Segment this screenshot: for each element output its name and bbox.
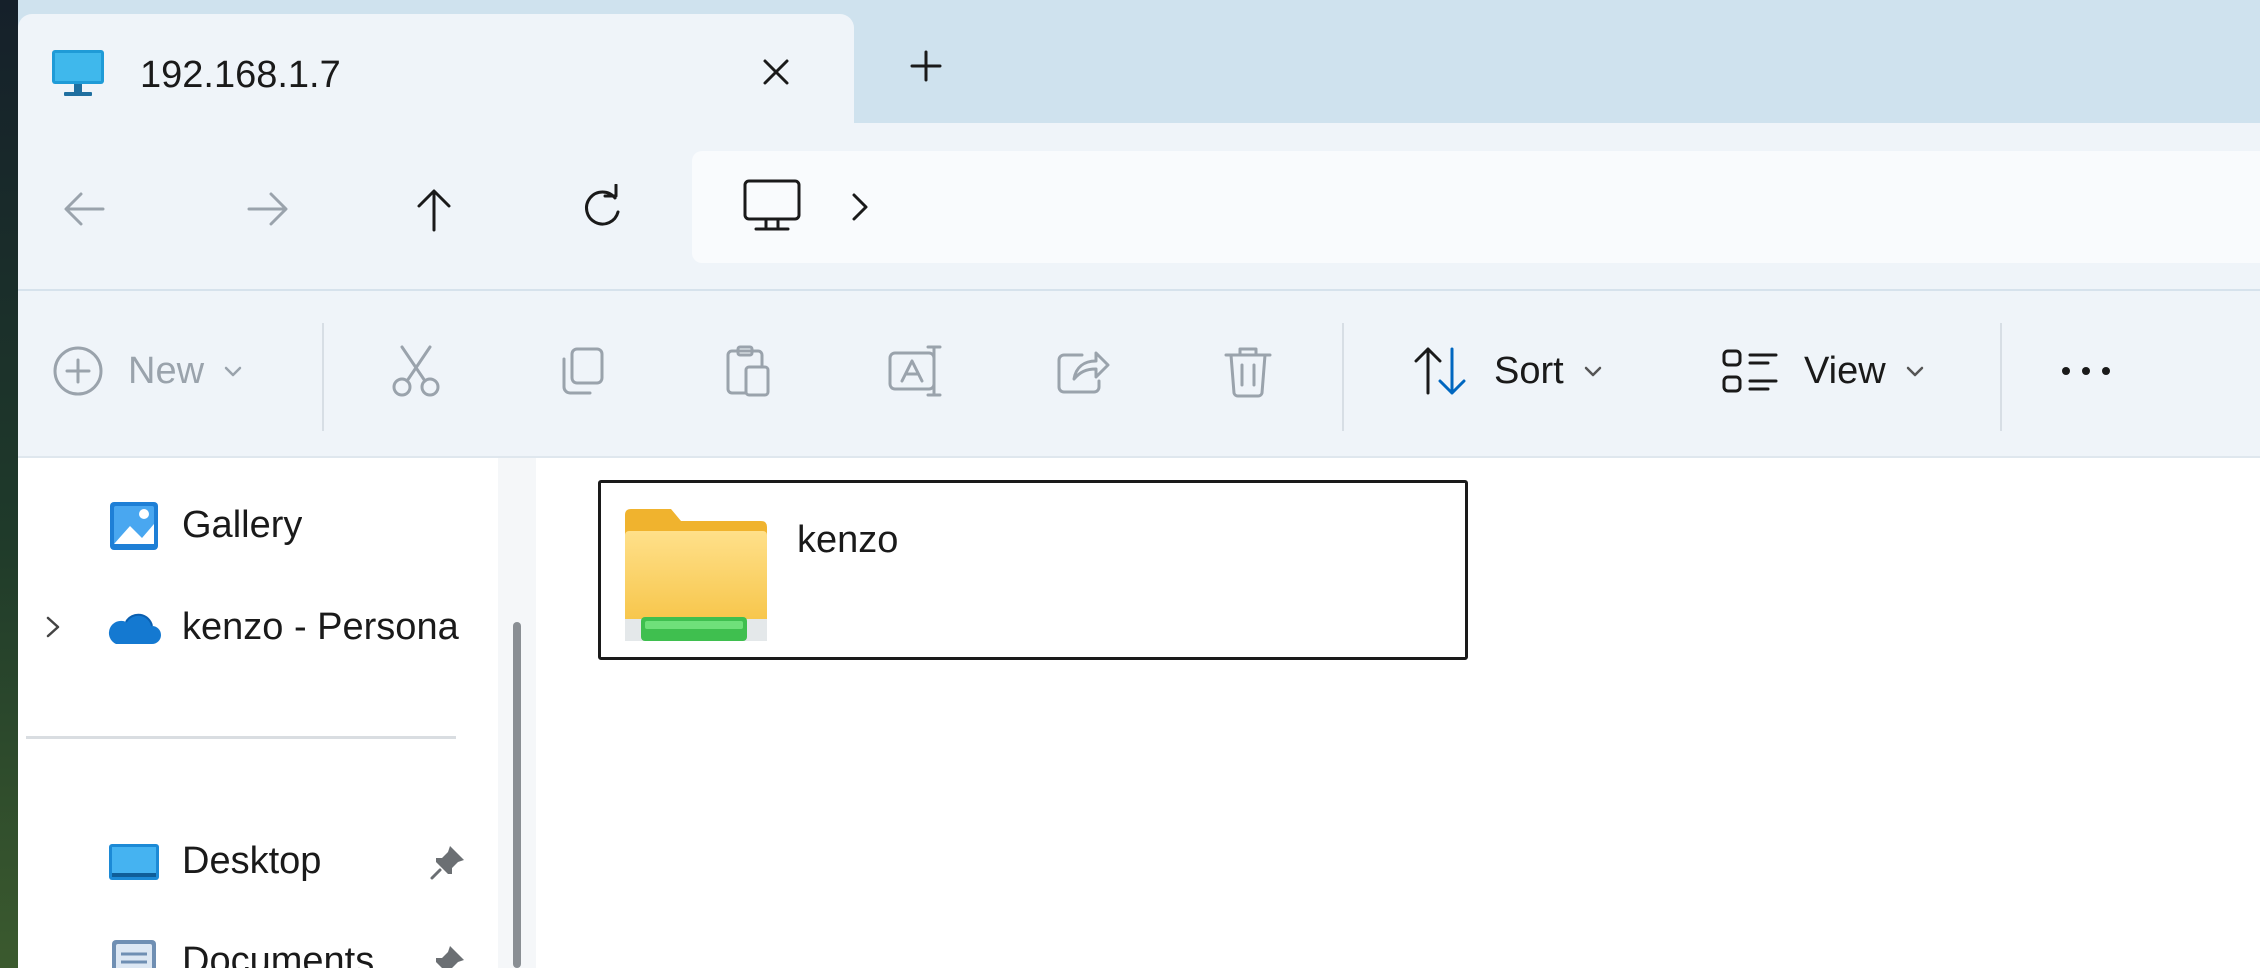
file-list-pane: kenzo [538,458,2260,968]
sidebar-divider [26,736,456,739]
navigation-pane: Gallery kenzo - Persona Desktop Document… [18,458,538,968]
arrow-up-icon [417,189,451,232]
plus-icon [910,50,942,82]
sidebar-item-label: Desktop [182,840,322,882]
share-icon [1057,351,1110,394]
folder-item[interactable]: kenzo [598,480,1468,660]
sidebar-item-gallery[interactable]: Gallery [18,478,518,568]
paste-button[interactable] [718,331,778,411]
scrollbar-thumb[interactable] [513,622,521,968]
sidebar-item-onedrive[interactable]: kenzo - Persona [18,580,518,670]
tab-title: 192.168.1.7 [140,54,341,96]
view-icon [1722,349,1778,393]
network-share-folder-icon [625,509,767,641]
rename-button[interactable] [884,331,948,411]
sort-button[interactable]: Sort [1408,331,1604,411]
cut-icon [392,345,440,397]
new-button-label: New [128,349,205,392]
onedrive-cloud-icon [108,613,161,644]
up-button[interactable] [398,173,470,245]
sidebar-item-desktop[interactable]: Desktop [18,814,518,904]
toolbar-separator [322,323,324,431]
sidebar-item-label: Documents [182,940,375,968]
delete-icon [1224,347,1272,398]
address-bar[interactable] [692,151,2260,263]
gallery-icon [110,502,158,550]
add-circle-icon [53,346,103,396]
view-button[interactable]: View [1718,331,1926,411]
pc-icon [743,179,801,231]
more-options-button[interactable] [2054,331,2118,411]
arrow-left-icon [64,192,105,226]
chevron-down-icon [224,366,242,377]
sidebar-item-documents[interactable]: Documents [18,914,518,968]
back-button[interactable] [48,173,120,245]
folder-name: kenzo [797,519,899,561]
desktop-folder-icon [109,844,159,880]
close-icon [763,59,789,85]
sidebar-scrollbar[interactable] [498,458,536,968]
rename-icon [888,345,942,397]
copy-icon [562,347,604,395]
copy-button[interactable] [552,331,612,411]
new-tab-button[interactable] [898,38,954,94]
view-button-label: View [1804,349,1886,392]
file-explorer-window: 192.168.1.7 New Sort View Gallery kenzo … [18,0,2260,968]
share-button[interactable] [1052,331,1112,411]
navigation-bar [18,123,2260,291]
more-icon [2062,367,2110,375]
toolbar-separator [1342,323,1344,431]
chevron-down-icon [1584,366,1601,377]
delete-button[interactable] [1218,331,1278,411]
monitor-icon [52,50,104,96]
forward-button[interactable] [232,173,304,245]
tab-active[interactable]: 192.168.1.7 [18,14,854,123]
arrow-right-icon [247,192,288,226]
pin-icon[interactable] [428,842,468,882]
sort-icon [1414,347,1466,395]
sort-button-label: Sort [1494,349,1564,392]
refresh-button[interactable] [566,173,638,245]
cut-button[interactable] [386,331,446,411]
pin-icon[interactable] [428,942,468,968]
documents-icon [112,940,156,968]
command-bar: New Sort View [18,291,2260,458]
paste-icon [726,345,770,397]
tab-strip: 192.168.1.7 [18,0,2260,123]
chevron-down-icon [1906,366,1923,377]
close-tab-button[interactable] [748,44,804,100]
sidebar-item-label: kenzo - Persona [182,606,459,648]
chevron-right-icon[interactable] [36,610,70,644]
new-button[interactable]: New [50,331,244,411]
chevron-right-icon[interactable] [838,185,882,229]
refresh-icon [585,184,620,226]
sidebar-item-label: Gallery [182,504,303,546]
toolbar-separator [2000,323,2002,431]
